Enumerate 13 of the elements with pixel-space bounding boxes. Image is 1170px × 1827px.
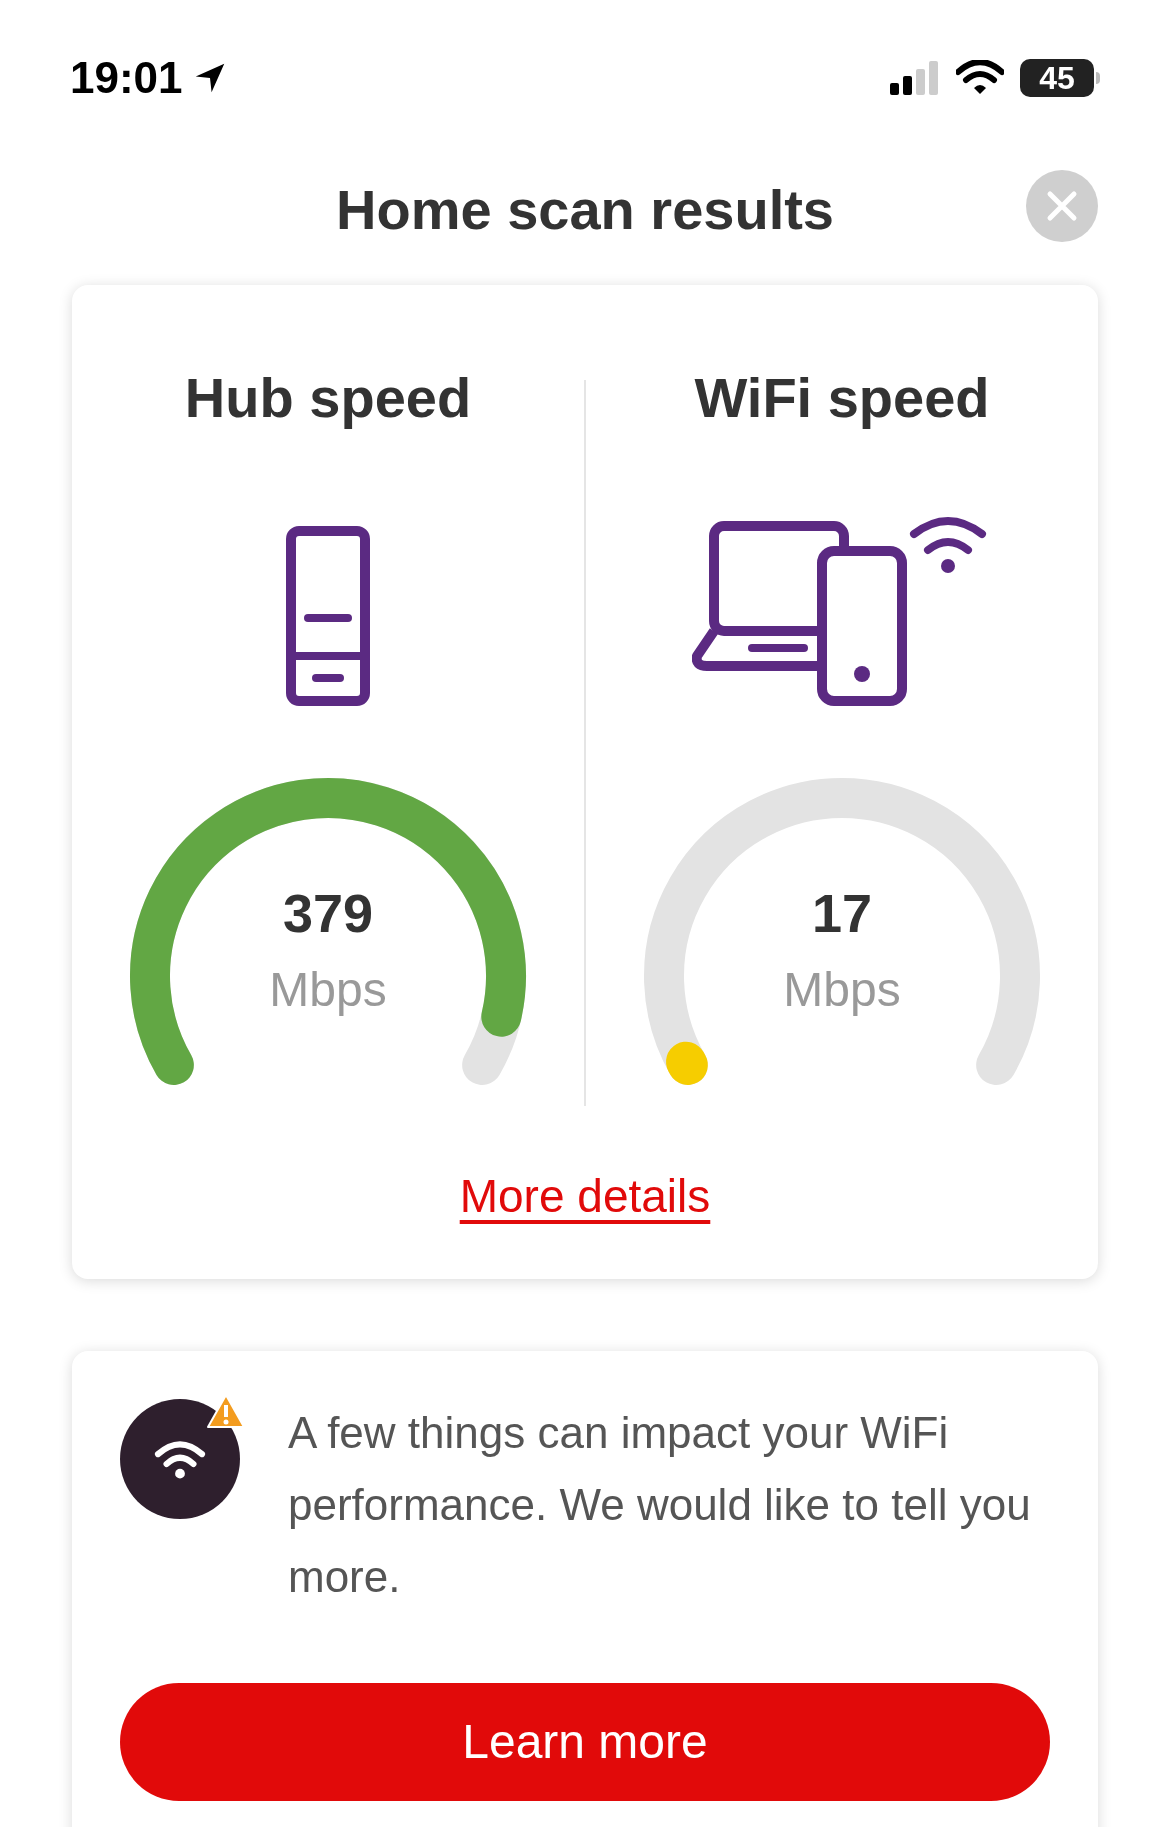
close-icon xyxy=(1046,190,1078,222)
speed-value: 17 xyxy=(811,886,873,940)
screen-title: Home scan results xyxy=(336,177,834,243)
notice-text: A few things can impact your WiFi performance. We would like to tell you more. xyxy=(288,1407,1032,1603)
speed-value: 379 xyxy=(282,886,374,940)
clock-time: 19:01 xyxy=(70,52,183,104)
speed-unit: Mbps xyxy=(269,966,387,1014)
wifi-icon xyxy=(956,60,1004,96)
speed-unit: Mbps xyxy=(783,966,901,1014)
more-details-link[interactable]: More details xyxy=(459,1162,711,1231)
signal-icon xyxy=(890,61,940,95)
learn-more-button[interactable]: Learn more xyxy=(120,1683,1050,1801)
hub-icon xyxy=(286,526,370,706)
